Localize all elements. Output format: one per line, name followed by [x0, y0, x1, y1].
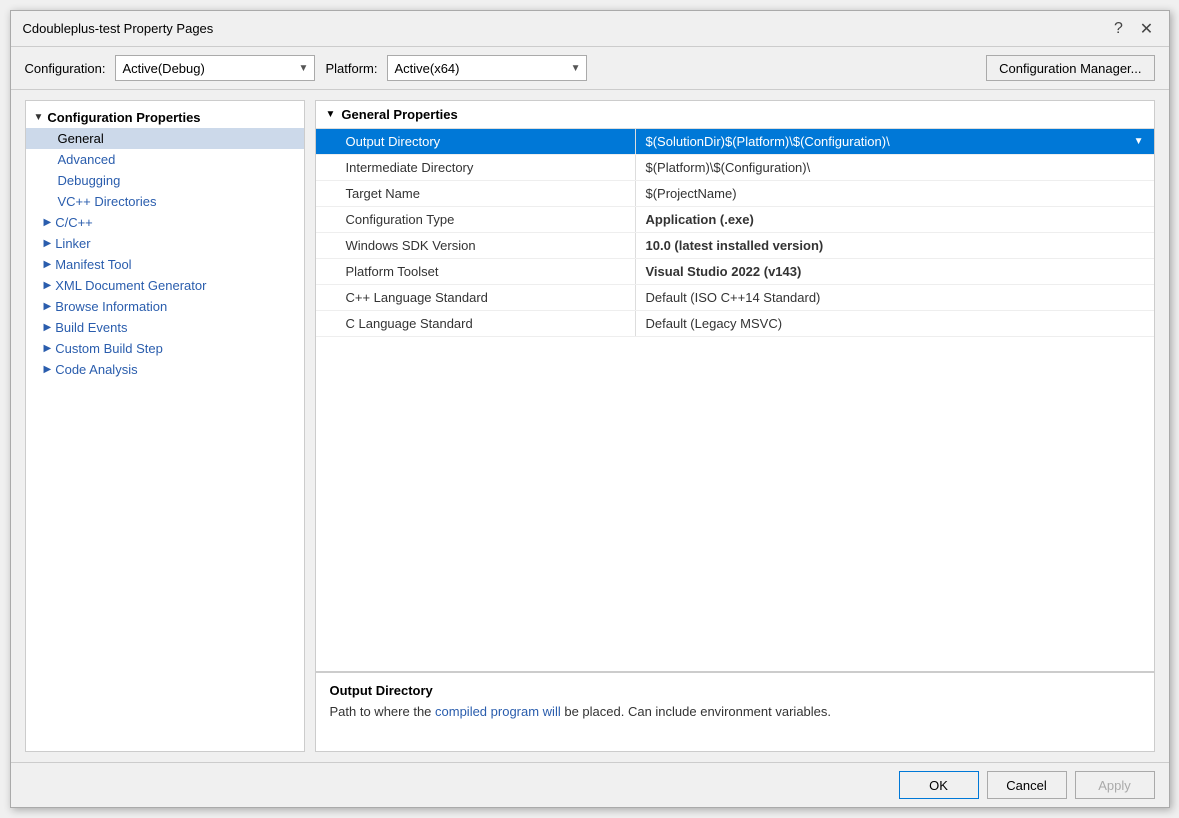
configuration-arrow-icon: ▼: [299, 63, 309, 74]
prop-name-intermediate-dir: Intermediate Directory: [316, 155, 636, 180]
prop-row-config-type[interactable]: Configuration Type Application (.exe): [316, 207, 1154, 233]
prop-name-c-lang-std: C Language Standard: [316, 311, 636, 336]
prop-value-c-lang-std: Default (Legacy MSVC): [636, 311, 1154, 336]
xml-expand-icon: ▶: [44, 280, 52, 291]
prop-name-cpp-lang-std: C++ Language Standard: [316, 285, 636, 310]
sidebar-item-build-events[interactable]: ▶ Build Events: [26, 317, 304, 338]
properties-section-header: ▼ General Properties: [316, 101, 1154, 129]
linker-expand-icon: ▶: [44, 238, 52, 249]
prop-name-platform-toolset: Platform Toolset: [316, 259, 636, 284]
configuration-value: Active(Debug): [122, 61, 204, 76]
manifest-expand-icon: ▶: [44, 259, 52, 270]
sidebar-item-linker[interactable]: ▶ Linker: [26, 233, 304, 254]
dialog-title: Cdoubleplus-test Property Pages: [23, 21, 214, 36]
prop-row-windows-sdk[interactable]: Windows SDK Version 10.0 (latest install…: [316, 233, 1154, 259]
configuration-manager-button[interactable]: Configuration Manager...: [986, 55, 1154, 81]
prop-value-windows-sdk: 10.0 (latest installed version): [636, 233, 1154, 258]
sidebar-item-code-analysis[interactable]: ▶ Code Analysis: [26, 359, 304, 380]
prop-name-target-name: Target Name: [316, 181, 636, 206]
build-events-label: Build Events: [55, 320, 127, 335]
close-button[interactable]: ✕: [1137, 19, 1157, 39]
prop-row-target-name[interactable]: Target Name $(ProjectName): [316, 181, 1154, 207]
prop-value-output-dir: $(SolutionDir)$(Platform)\$(Configuratio…: [636, 129, 1154, 154]
cancel-button[interactable]: Cancel: [987, 771, 1067, 799]
prop-value-config-type: Application (.exe): [636, 207, 1154, 232]
help-button[interactable]: ?: [1109, 19, 1129, 39]
content-area: ▼ Configuration Properties General Advan…: [11, 90, 1169, 762]
browse-label: Browse Information: [55, 299, 167, 314]
sidebar-item-custom-build[interactable]: ▶ Custom Build Step: [26, 338, 304, 359]
cpp-expand-icon: ▶: [44, 217, 52, 228]
platform-label: Platform:: [325, 61, 377, 76]
prop-row-intermediate-dir[interactable]: Intermediate Directory $(Platform)\$(Con…: [316, 155, 1154, 181]
sidebar-item-vc-directories[interactable]: VC++ Directories: [26, 191, 304, 212]
prop-row-cpp-lang-std[interactable]: C++ Language Standard Default (ISO C++14…: [316, 285, 1154, 311]
tree-root: ▼ Configuration Properties General Advan…: [26, 101, 304, 386]
sidebar-item-cpp[interactable]: ▶ C/C++: [26, 212, 304, 233]
build-events-expand-icon: ▶: [44, 322, 52, 333]
sidebar-item-xml-generator[interactable]: ▶ XML Document Generator: [26, 275, 304, 296]
code-analysis-label: Code Analysis: [55, 362, 137, 377]
title-bar: Cdoubleplus-test Property Pages ? ✕: [11, 11, 1169, 47]
prop-row-platform-toolset[interactable]: Platform Toolset Visual Studio 2022 (v14…: [316, 259, 1154, 285]
prop-row-output-dir[interactable]: Output Directory $(SolutionDir)$(Platfor…: [316, 129, 1154, 155]
custom-build-label: Custom Build Step: [55, 341, 163, 356]
bottom-bar: OK Cancel Apply: [11, 762, 1169, 807]
prop-name-windows-sdk: Windows SDK Version: [316, 233, 636, 258]
section-collapse-icon: ▼: [326, 109, 336, 120]
browse-expand-icon: ▶: [44, 301, 52, 312]
manifest-label: Manifest Tool: [55, 257, 131, 272]
title-controls: ? ✕: [1109, 19, 1157, 39]
info-title: Output Directory: [330, 683, 1140, 698]
configuration-dropdown[interactable]: Active(Debug) ▼: [115, 55, 315, 81]
section-label: General Properties: [341, 107, 457, 122]
prop-dropdown-arrow-icon: ▼: [1134, 136, 1144, 147]
xml-label: XML Document Generator: [55, 278, 206, 293]
sidebar-item-general[interactable]: General: [26, 128, 304, 149]
root-collapse-arrow-icon: ▼: [34, 112, 44, 123]
prop-value-cpp-lang-std: Default (ISO C++14 Standard): [636, 285, 1154, 310]
ok-button[interactable]: OK: [899, 771, 979, 799]
properties-table: ▼ General Properties Output Directory $(…: [316, 101, 1154, 671]
left-panel: ▼ Configuration Properties General Advan…: [25, 100, 305, 752]
config-bar: Configuration: Active(Debug) ▼ Platform:…: [11, 47, 1169, 90]
prop-name-output-dir: Output Directory: [316, 129, 636, 154]
right-panel: ▼ General Properties Output Directory $(…: [315, 100, 1155, 752]
tree-root-header[interactable]: ▼ Configuration Properties: [26, 107, 304, 128]
platform-value: Active(x64): [394, 61, 459, 76]
property-pages-dialog: Cdoubleplus-test Property Pages ? ✕ Conf…: [10, 10, 1170, 808]
prop-name-config-type: Configuration Type: [316, 207, 636, 232]
custom-build-expand-icon: ▶: [44, 343, 52, 354]
sidebar-item-advanced[interactable]: Advanced: [26, 149, 304, 170]
code-analysis-expand-icon: ▶: [44, 364, 52, 375]
platform-dropdown[interactable]: Active(x64) ▼: [387, 55, 587, 81]
configuration-label: Configuration:: [25, 61, 106, 76]
sidebar-item-debugging[interactable]: Debugging: [26, 170, 304, 191]
cpp-label: C/C++: [55, 215, 93, 230]
info-description: Path to where the compiled program will …: [330, 702, 1140, 722]
info-panel: Output Directory Path to where the compi…: [316, 671, 1154, 751]
linker-label: Linker: [55, 236, 90, 251]
info-link-text: compiled program will: [435, 704, 561, 719]
sidebar-item-browse-info[interactable]: ▶ Browse Information: [26, 296, 304, 317]
prop-value-intermediate-dir: $(Platform)\$(Configuration)\: [636, 155, 1154, 180]
root-label: Configuration Properties: [47, 110, 200, 125]
apply-button[interactable]: Apply: [1075, 771, 1155, 799]
prop-row-c-lang-std[interactable]: C Language Standard Default (Legacy MSVC…: [316, 311, 1154, 337]
prop-value-platform-toolset: Visual Studio 2022 (v143): [636, 259, 1154, 284]
platform-arrow-icon: ▼: [571, 63, 581, 74]
prop-value-target-name: $(ProjectName): [636, 181, 1154, 206]
sidebar-item-manifest-tool[interactable]: ▶ Manifest Tool: [26, 254, 304, 275]
